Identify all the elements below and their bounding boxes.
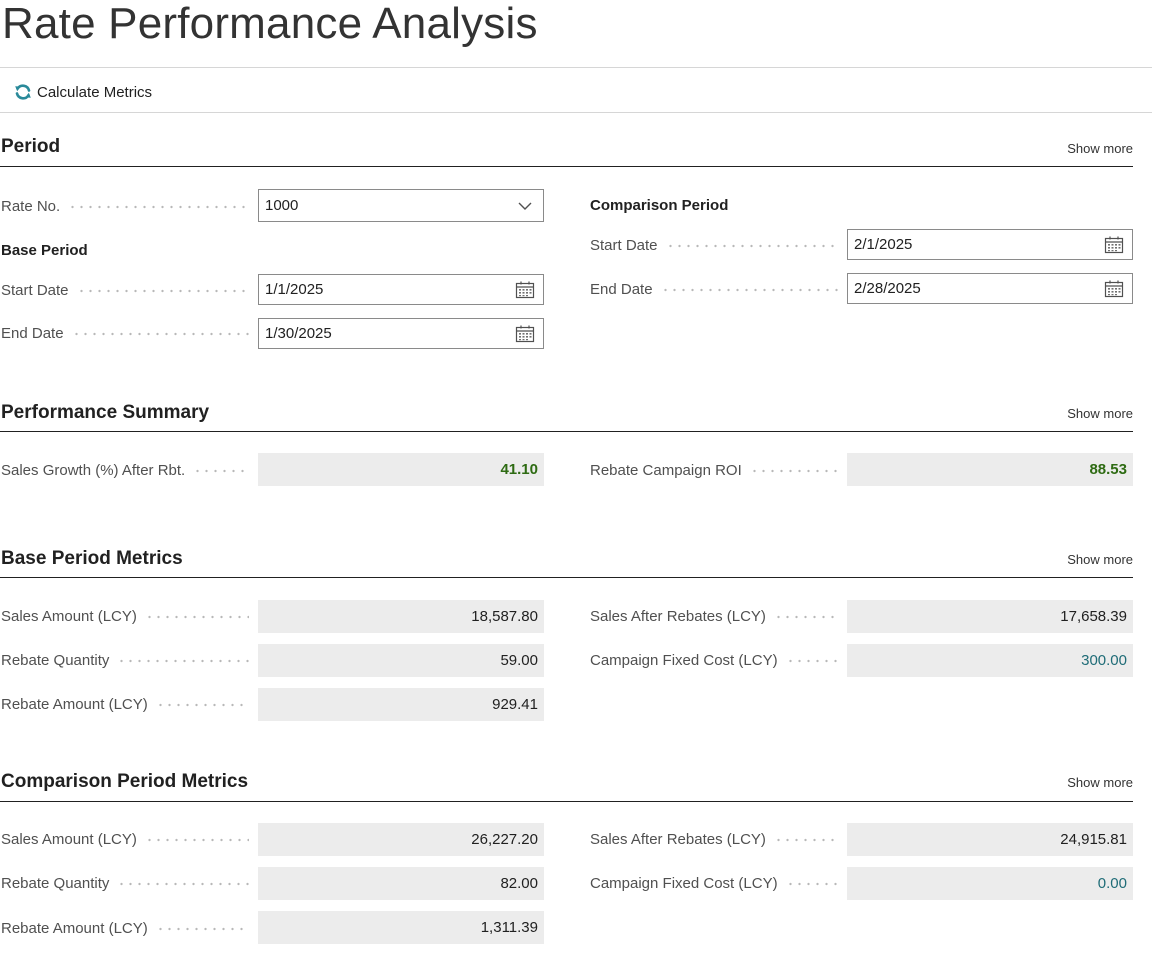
comparison-end-date-label: End Date <box>590 278 848 302</box>
comparison-rebate-amount-label: Rebate Amount (LCY) <box>1 917 259 941</box>
rebate-roi-label: Rebate Campaign ROI <box>590 459 848 483</box>
calculate-metrics-button[interactable]: Calculate Metrics <box>14 80 152 104</box>
base-end-date-value: 1/30/2025 <box>265 325 332 342</box>
rate-no-label: Rate No. <box>1 195 259 219</box>
comparison-rebate-quantity-label: Rebate Quantity <box>1 872 259 896</box>
comparison-period-heading: Comparison Period <box>590 197 729 214</box>
sales-growth-value: 41.10 <box>258 453 544 486</box>
calendar-icon[interactable] <box>1096 236 1132 254</box>
comparison-end-date-value: 2/28/2025 <box>854 280 921 297</box>
page-title: Rate Performance Analysis <box>2 0 538 48</box>
base-end-date-input[interactable]: 1/30/2025 <box>258 318 544 349</box>
base-campaign-fixed-cost-label: Campaign Fixed Cost (LCY) <box>590 649 848 673</box>
comparison-sales-after-rebates-value: 24,915.81 <box>847 823 1133 856</box>
comparison-metrics-show-more-link[interactable]: Show more <box>1067 775 1133 791</box>
section-title-base-period-metrics: Base Period Metrics <box>1 548 183 569</box>
period-section-rule <box>0 166 1133 167</box>
base-rebate-amount-label: Rebate Amount (LCY) <box>1 693 259 717</box>
section-title-period: Period <box>1 136 61 157</box>
toolbar-divider <box>0 112 1152 113</box>
base-start-date-label: Start Date <box>1 279 259 303</box>
sales-growth-label: Sales Growth (%) After Rbt. <box>1 459 259 483</box>
base-end-date-label: End Date <box>1 322 259 346</box>
comparison-sales-amount-value: 26,227.20 <box>258 823 544 856</box>
base-start-date-input[interactable]: 1/1/2025 <box>258 274 544 305</box>
base-sales-after-rebates-value: 17,658.39 <box>847 600 1133 633</box>
period-show-more-link[interactable]: Show more <box>1067 141 1133 157</box>
base-rebate-quantity-label: Rebate Quantity <box>1 649 259 673</box>
summary-section-rule <box>0 431 1133 432</box>
base-metrics-section-rule <box>0 577 1133 578</box>
comparison-start-date-label: Start Date <box>590 234 848 258</box>
base-sales-after-rebates-label: Sales After Rebates (LCY) <box>590 605 848 629</box>
header-divider <box>0 67 1152 68</box>
comparison-rebate-amount-value: 1,311.39 <box>258 911 544 944</box>
base-rebate-amount-value: 929.41 <box>258 688 544 721</box>
section-title-performance-summary: Performance Summary <box>1 402 210 423</box>
base-sales-amount-label: Sales Amount (LCY) <box>1 605 259 629</box>
comparison-start-date-value: 2/1/2025 <box>854 236 913 253</box>
comparison-start-date-input[interactable]: 2/1/2025 <box>847 229 1133 260</box>
chevron-down-icon[interactable] <box>507 202 543 210</box>
calendar-icon[interactable] <box>507 325 543 343</box>
calculate-metrics-label: Calculate Metrics <box>37 83 153 101</box>
base-campaign-fixed-cost-value[interactable]: 300.00 <box>847 644 1133 677</box>
comparison-end-date-input[interactable]: 2/28/2025 <box>847 273 1133 304</box>
base-period-heading: Base Period <box>1 242 88 259</box>
comparison-sales-after-rebates-label: Sales After Rebates (LCY) <box>590 828 848 852</box>
refresh-icon <box>15 84 31 100</box>
rebate-roi-value: 88.53 <box>847 453 1133 486</box>
rate-no-value: 1000 <box>265 197 299 214</box>
comparison-sales-amount-label: Sales Amount (LCY) <box>1 828 259 852</box>
base-sales-amount-value: 18,587.80 <box>258 600 544 633</box>
base-start-date-value: 1/1/2025 <box>265 281 324 298</box>
calendar-icon[interactable] <box>1096 280 1132 298</box>
comparison-metrics-section-rule <box>0 801 1133 802</box>
base-rebate-quantity-value: 59.00 <box>258 644 544 677</box>
rate-no-dropdown[interactable]: 1000 <box>258 189 544 222</box>
comparison-campaign-fixed-cost-label: Campaign Fixed Cost (LCY) <box>590 872 848 896</box>
section-title-comparison-period-metrics: Comparison Period Metrics <box>1 771 249 792</box>
calendar-icon[interactable] <box>507 281 543 299</box>
comparison-campaign-fixed-cost-value[interactable]: 0.00 <box>847 867 1133 900</box>
base-metrics-show-more-link[interactable]: Show more <box>1067 552 1133 568</box>
comparison-rebate-quantity-value: 82.00 <box>258 867 544 900</box>
summary-show-more-link[interactable]: Show more <box>1067 406 1133 422</box>
